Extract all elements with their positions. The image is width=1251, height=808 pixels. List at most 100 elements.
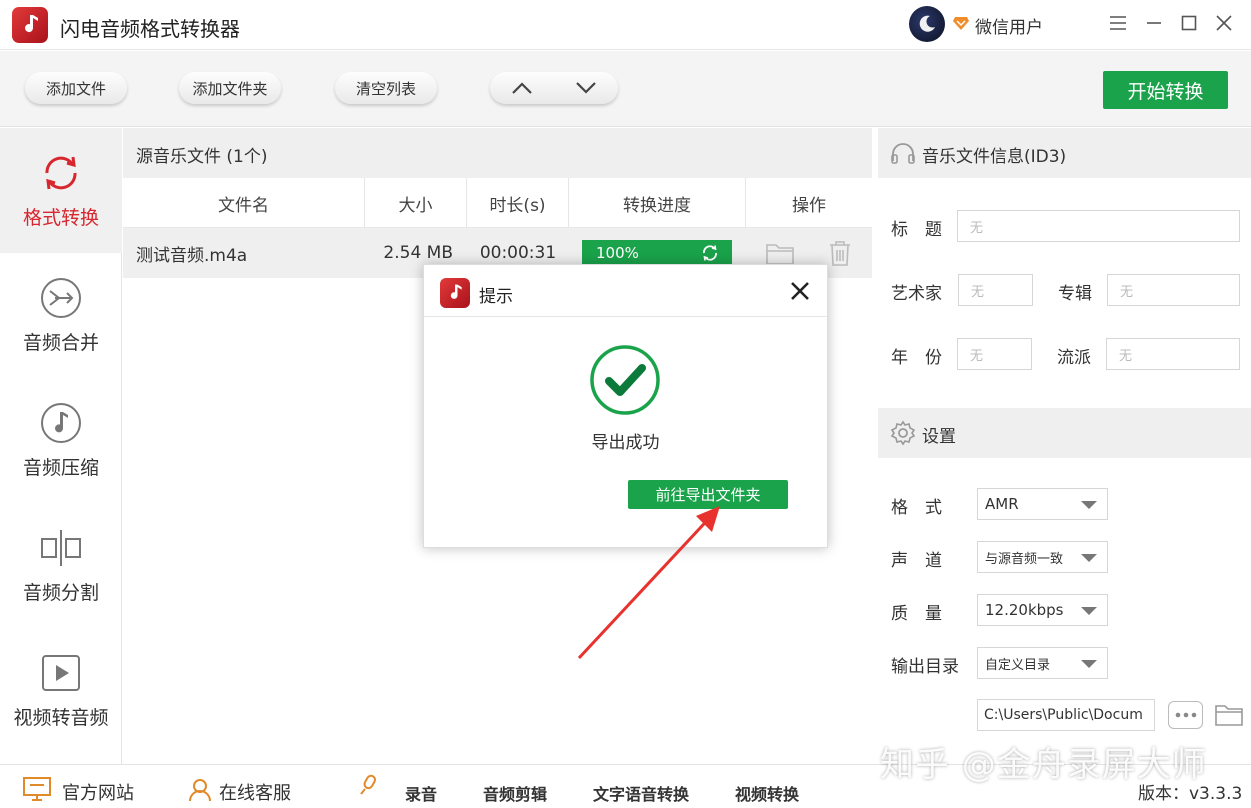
column-header-progress: 转换进度 [569,178,746,228]
app-logo [440,278,470,308]
sidebar-item-audio-split[interactable]: 音频分割 [0,503,122,628]
split-icon [41,530,81,566]
app-logo [12,7,48,43]
file-list-header: 源音乐文件 (1个) [123,128,872,178]
audio-edit-link[interactable]: 音频剪辑 [483,781,547,805]
folder-icon[interactable] [765,240,795,266]
settings-panel-title: 设置 [922,427,956,447]
headphones-icon [891,143,915,164]
album-label: 专辑 [1058,284,1092,304]
title-input[interactable]: 无 [957,210,1240,242]
menu-icon[interactable] [1107,12,1129,34]
settings-panel-header: 设置 [878,408,1251,458]
output-dir-label: 输出目录 [891,657,959,677]
chevron-down-icon [1081,660,1097,668]
quality-label: 质 量 [891,604,942,624]
progress-bar: 100% [582,240,732,266]
genre-input[interactable]: 无 [1106,338,1240,370]
close-icon[interactable] [786,277,814,305]
merge-icon [41,278,81,318]
file-count-label: 源音乐文件 (1个) [136,147,268,167]
output-path-input[interactable]: C:\Users\Public\Docum [977,699,1155,731]
output-dir-select[interactable]: 自定义目录 [977,647,1108,679]
music-note-icon [450,284,462,299]
artist-input[interactable]: 无 [958,274,1033,306]
trash-icon[interactable] [827,239,853,267]
year-label: 年 份 [891,348,942,368]
success-message: 导出成功 [591,433,660,453]
website-link[interactable]: 官方网站 [62,779,134,805]
sidebar-item-label: 格式转换 [22,207,99,229]
move-down-icon[interactable] [575,81,597,95]
progress-value: 100% [596,244,639,262]
support-agent-icon [189,779,211,802]
id3-panel-header: 音乐文件信息(ID3) [878,128,1251,178]
sidebar-item-video-to-audio[interactable]: 视频转音频 [0,628,122,753]
app-title: 闪电音频格式转换器 [60,17,240,41]
sidebar-item-format-convert[interactable]: 格式转换 [0,128,122,253]
sidebar-item-audio-compress[interactable]: 音频压缩 [0,378,122,503]
column-header-filename: 文件名 [123,178,365,228]
output-dir-value: 自定义目录 [985,657,1051,673]
open-folder-icon[interactable] [1214,701,1244,727]
genre-label: 流派 [1057,348,1091,368]
tts-link[interactable]: 文字语音转换 [593,781,689,805]
video-convert-link[interactable]: 视频转换 [735,781,799,805]
monitor-icon [23,777,51,801]
minimize-icon[interactable] [1143,12,1165,34]
table-header: 文件名 大小 时长(s) 转换进度 操作 [123,178,872,228]
gear-icon [890,420,916,446]
microphone-icon [360,774,376,795]
more-dots-icon [1175,712,1196,718]
music-note-icon [41,403,81,443]
add-file-button[interactable]: 添加文件 [25,72,127,104]
quality-select[interactable]: 12.20kbps [977,594,1108,626]
close-icon[interactable] [1213,12,1235,34]
watermark: 知乎 @金舟录屏大师 [880,745,1207,785]
column-header-duration: 时长(s) [467,178,569,228]
chevron-down-icon [1081,501,1097,509]
channel-label: 声 道 [891,551,942,571]
file-name: 测试音频.m4a [136,245,248,266]
moon-icon [919,15,935,32]
sidebar-item-label: 音频合并 [22,332,99,354]
sidebar-item-audio-merge[interactable]: 音频合并 [0,253,122,378]
sidebar-item-label: 音频分割 [22,582,99,604]
clear-list-button[interactable]: 清空列表 [335,72,437,104]
music-note-icon [25,15,38,33]
avatar[interactable] [909,6,945,42]
browse-more-button[interactable] [1168,701,1203,729]
sidebar-item-label: 音频压缩 [22,457,99,479]
move-buttons [490,72,618,104]
chevron-down-icon [1081,607,1097,615]
artist-label: 艺术家 [891,284,942,304]
quality-value: 12.20kbps [985,601,1064,619]
add-folder-button[interactable]: 添加文件夹 [179,72,281,104]
move-up-icon[interactable] [511,81,533,95]
channel-value: 与源音频一致 [985,551,1064,567]
format-label: 格 式 [891,498,942,518]
album-input[interactable]: 无 [1107,274,1240,306]
maximize-icon[interactable] [1178,12,1200,34]
channel-select[interactable]: 与源音频一致 [977,541,1108,573]
chevron-down-icon [1081,554,1097,562]
reconvert-icon[interactable] [701,244,719,262]
sidebar-item-label: 视频转音频 [13,707,109,729]
column-header-actions: 操作 [792,195,826,216]
format-select[interactable]: AMR [977,488,1108,520]
vip-diamond-icon [953,17,969,30]
play-icon [42,655,80,691]
start-convert-button[interactable]: 开始转换 [1103,71,1228,109]
user-name[interactable]: 微信用户 [975,13,1043,38]
support-link[interactable]: 在线客服 [219,779,291,805]
check-circle-icon [590,345,660,415]
id3-panel-title: 音乐文件信息(ID3) [922,147,1067,167]
record-link[interactable]: 录音 [405,781,437,805]
dialog-header: 提示 [424,265,827,317]
title-label: 标 题 [891,220,942,240]
year-input[interactable]: 无 [957,338,1032,370]
column-header-size: 大小 [365,178,467,228]
dialog-title: 提示 [479,287,513,307]
refresh-icon [45,156,77,190]
format-value: AMR [985,495,1019,513]
